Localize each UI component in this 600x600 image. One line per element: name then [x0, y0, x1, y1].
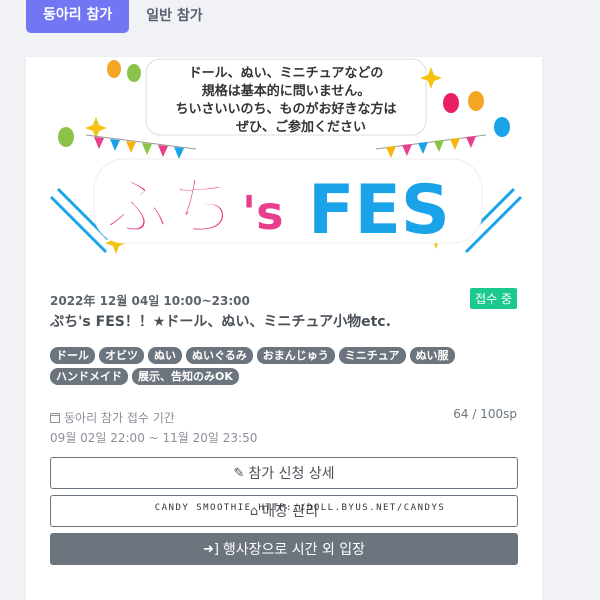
logo-text-s: 's	[242, 186, 283, 240]
banner-text-line4: ぜひ、ご参加ください	[236, 119, 366, 135]
sign-in-icon: ➜]	[202, 541, 219, 557]
tag-item[interactable]: オビツ	[99, 347, 144, 364]
apply-detail-button[interactable]: ✎ 참가 신청 상세	[50, 457, 518, 489]
application-period-label: 동아리 참가 접수 기간	[50, 409, 175, 426]
pen-icon: ✎	[233, 465, 245, 481]
tab-general-participation[interactable]: 일반 참가	[146, 1, 202, 32]
event-logo: ぷち 's FES	[93, 158, 483, 250]
tag-item[interactable]: ハンドメイド	[50, 368, 128, 385]
calendar-icon	[50, 412, 60, 423]
application-period-value: 09월 02일 22:00 ~ 11월 20일 23:50	[50, 431, 258, 445]
tag-item[interactable]: 展示、告知のみOK	[132, 368, 239, 385]
tag-list: ドール オビツ ぬい ぬいぐるみ おまんじゅう ミニチュア ぬい服 ハンドメイド…	[50, 347, 520, 389]
tag-item[interactable]: ぬい服	[409, 347, 455, 364]
banner-text-line1: ドール、ぬい、ミニチュアなどの	[189, 66, 384, 81]
event-card: ドール、ぬい、ミニチュアなどの 規格は基本的に問いません。 ちいさいいのち、もの…	[26, 57, 542, 600]
tag-item[interactable]: ぬい	[148, 347, 182, 364]
logo-text-puchi: ぷち	[105, 171, 235, 245]
tag-item[interactable]: ドール	[50, 347, 95, 364]
event-title[interactable]: ぷち's FES！！★ドール、ぬい、ミニチュア小物etc.	[50, 311, 391, 331]
banner-text-line2: 規格は基本的に問いません。	[202, 83, 371, 99]
watermark: CANDY SMOOTHIE HTTP://DOLL.BYUS.NET/CAND…	[154, 503, 446, 513]
event-date: 2022年 12월 04일 10:00~23:00	[50, 294, 250, 308]
tag-item[interactable]: ミニチュア	[338, 347, 406, 364]
logo-text-fes: FES	[308, 171, 450, 250]
enter-venue-label: 행사장으로 시간 외 입장	[222, 542, 366, 558]
apply-detail-label: 참가 신청 상세	[248, 466, 335, 482]
tag-item[interactable]: おまんじゅう	[256, 347, 335, 364]
event-banner-image: ドール、ぬい、ミニチュアなどの 規格は基本的に問いません。 ちいさいいのち、もの…	[49, 58, 523, 254]
participation-tabs: 동아리 참가 일반 참가	[26, 0, 203, 33]
period-label-text: 동아리 참가 접수 기간	[64, 411, 175, 425]
booth-capacity: 64 / 100sp	[453, 407, 517, 421]
tab-club-participation[interactable]: 동아리 참가	[26, 0, 130, 33]
enter-venue-button[interactable]: ➜] 행사장으로 시간 외 입장	[50, 533, 518, 565]
bunting-decoration	[85, 134, 487, 159]
tag-item[interactable]: ぬいぐるみ	[186, 347, 253, 364]
status-badge: 접수 중	[470, 288, 517, 309]
banner-text-line3: ちいさいいのち、ものがお好きな方は	[175, 101, 396, 117]
